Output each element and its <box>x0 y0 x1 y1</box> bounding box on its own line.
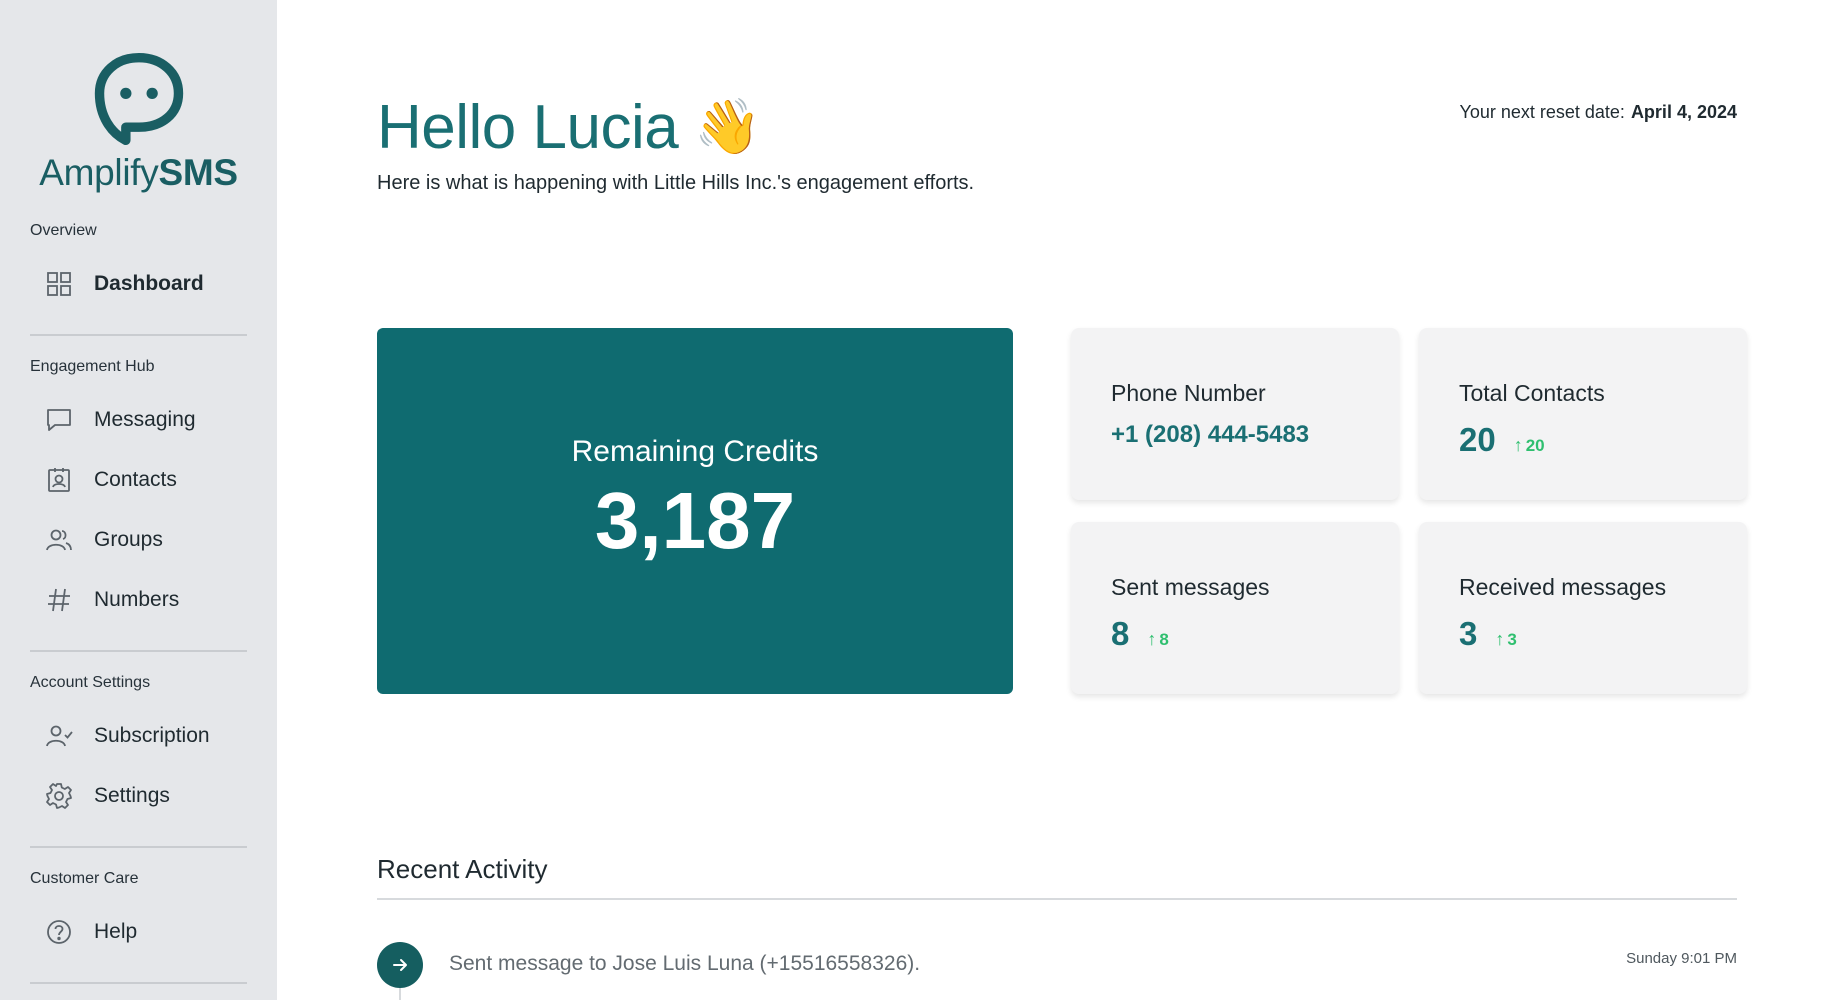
phone-number-value: +1 (208) 444-5483 <box>1111 421 1310 448</box>
sidebar-item-contacts[interactable]: Contacts <box>30 450 247 510</box>
brand-name-light: Amplify <box>39 152 159 193</box>
stat-title: Phone Number <box>1111 380 1266 406</box>
stat-title: Received messages <box>1459 574 1667 600</box>
arrow-up-icon: ↑ <box>1513 435 1523 455</box>
delta-value: 20 <box>1525 435 1545 455</box>
activity-item[interactable]: Sent message to Jose Luis Luna (+1551655… <box>377 942 1737 1000</box>
stat-delta: ↑ 20 <box>1514 435 1545 456</box>
timeline-line <box>399 988 401 1000</box>
sidebar-item-label: Messaging <box>94 408 196 431</box>
section-title: Engagement Hub <box>30 358 155 375</box>
activity-time: Sunday 9:01 PM <box>1626 950 1737 967</box>
reset-date: Your next reset date: April 4, 2024 <box>1459 102 1737 123</box>
brand: AmplifySMS <box>30 0 247 200</box>
sidebar-item-label: Settings <box>94 784 170 807</box>
nav-section-customer-care: Customer Care Help <box>30 848 247 984</box>
delta-value: 3 <box>1507 629 1517 649</box>
section-title: Overview <box>30 222 97 239</box>
recent-activity-title: Recent Activity <box>377 854 548 884</box>
stat-row: 3 ↑ 3 <box>1459 615 1707 653</box>
contact-card-icon <box>44 465 74 495</box>
arrow-right-icon <box>377 942 423 988</box>
hash-icon <box>44 585 74 615</box>
nav-section-account-settings: Account Settings Subscription Settings <box>30 652 247 848</box>
nav-section-overview: Overview Dashboard <box>30 200 247 336</box>
reset-date-value: April 4, 2024 <box>1630 102 1737 122</box>
delta-value: 8 <box>1159 629 1169 649</box>
sidebar: AmplifySMS Overview Dashboard Engagement… <box>0 0 277 1000</box>
stat-title: Sent messages <box>1111 574 1270 600</box>
sidebar-item-label: Subscription <box>94 724 210 747</box>
credits-value: 3,187 <box>594 476 796 565</box>
credits-label: Remaining Credits <box>571 435 819 468</box>
arrow-up-icon: ↑ <box>1147 629 1157 649</box>
sidebar-item-label: Help <box>94 920 138 943</box>
sidebar-item-settings[interactable]: Settings <box>30 766 247 826</box>
sidebar-item-groups[interactable]: Groups <box>30 510 247 570</box>
sidebar-item-messaging[interactable]: Messaging <box>30 390 247 450</box>
arrow-up-icon: ↑ <box>1495 629 1505 649</box>
help-circle-icon <box>44 917 74 947</box>
stat-title: Total Contacts <box>1459 380 1605 406</box>
sidebar-item-help[interactable]: Help <box>30 902 247 962</box>
sent-messages-value: 8 <box>1111 615 1130 652</box>
sidebar-item-dashboard[interactable]: Dashboard <box>30 254 247 314</box>
sidebar-item-label: Dashboard <box>94 272 204 295</box>
dashboard-main: Hello Lucia 👋 Here is what is happening … <box>277 0 1837 1000</box>
received-messages-card: Received messages 3 ↑ 3 <box>1419 522 1747 694</box>
users-icon <box>44 525 74 555</box>
activity-text: Sent message to Jose Luis Luna (+1551655… <box>449 952 921 975</box>
nav-section-engagement-hub: Engagement Hub Messaging Contacts Groups <box>30 336 247 652</box>
stat-delta: ↑ 8 <box>1147 629 1168 650</box>
brand-name: AmplifySMS <box>39 152 238 194</box>
sidebar-item-label: Contacts <box>94 468 177 491</box>
greeting: Hello Lucia 👋 <box>377 92 761 163</box>
reset-date-label: Your next reset date: <box>1459 102 1625 122</box>
logo-chat-icon <box>94 52 183 146</box>
brand-name-bold: SMS <box>158 152 238 193</box>
section-title: Customer Care <box>30 870 139 887</box>
stat-delta: ↑ 3 <box>1495 629 1516 650</box>
wave-emoji-icon: 👋 <box>694 97 762 157</box>
total-contacts-value: 20 <box>1459 421 1496 458</box>
sidebar-item-label: Numbers <box>94 588 180 611</box>
stat-row: 8 ↑ 8 <box>1111 615 1359 653</box>
sidebar-item-subscription[interactable]: Subscription <box>30 706 247 766</box>
sent-messages-card: Sent messages 8 ↑ 8 <box>1071 522 1399 694</box>
sidebar-item-label: Groups <box>94 528 163 551</box>
sidebar-item-numbers[interactable]: Numbers <box>30 570 247 630</box>
user-check-icon <box>44 721 74 751</box>
stat-row: 20 ↑ 20 <box>1459 421 1707 459</box>
section-title: Account Settings <box>30 674 151 691</box>
total-contacts-card: Total Contacts 20 ↑ 20 <box>1419 328 1747 500</box>
remaining-credits-card: Remaining Credits 3,187 <box>377 328 1013 694</box>
stat-row: +1 (208) 444-5483 <box>1111 421 1359 449</box>
divider <box>377 898 1737 900</box>
phone-number-card: Phone Number +1 (208) 444-5483 <box>1071 328 1399 500</box>
grid-icon <box>44 269 74 299</box>
page-subtitle: Here is what is happening with Little Hi… <box>377 172 975 194</box>
received-messages-value: 3 <box>1459 615 1478 652</box>
chat-bubble-icon <box>44 405 74 435</box>
gear-icon <box>44 781 74 811</box>
page-title: Hello Lucia <box>377 93 679 162</box>
